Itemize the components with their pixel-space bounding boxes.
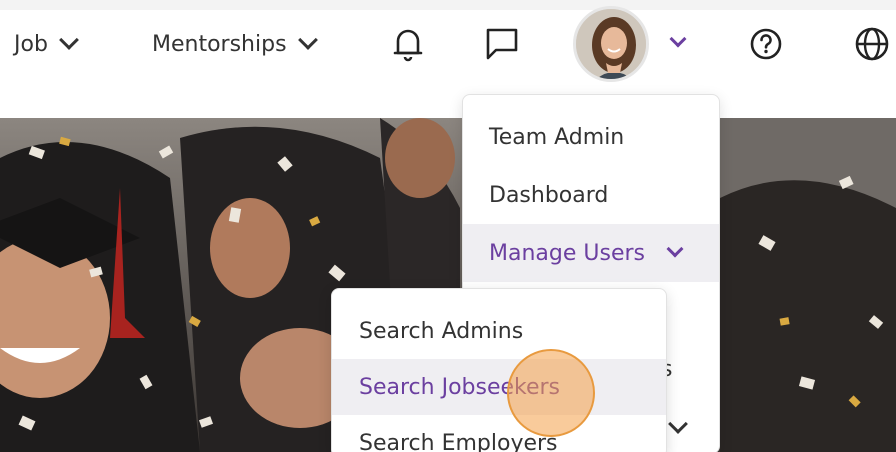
menu-item-label: Dashboard	[489, 182, 609, 208]
submenu-item-search-jobseekers[interactable]: Search Jobseekers	[332, 359, 666, 415]
nav-job-label: Job	[14, 31, 48, 57]
submenu-item-label: Search Admins	[359, 318, 524, 344]
globe-icon[interactable]	[852, 24, 892, 64]
nav-job-dropdown[interactable]: Job	[14, 26, 79, 62]
top-navigation-bar: Job Mentorships	[0, 0, 896, 84]
chevron-down-icon	[668, 414, 688, 434]
menu-item-label: Team Admin	[489, 124, 625, 150]
chevron-down-icon[interactable]	[664, 30, 690, 56]
chevron-down-icon	[666, 240, 684, 258]
menu-item-label: Manage Users	[489, 240, 645, 266]
submenu-item-search-admins[interactable]: Search Admins	[332, 303, 666, 359]
top-shadow-strip	[0, 0, 896, 10]
menu-item-team-admin[interactable]: Team Admin	[463, 108, 719, 166]
chevron-down-icon	[297, 30, 318, 50]
submenu-item-search-employers[interactable]: Search Employers	[332, 415, 666, 452]
user-avatar[interactable]	[573, 6, 649, 82]
submenu-item-label: Search Employers	[359, 430, 558, 452]
bell-icon[interactable]	[388, 24, 428, 64]
help-icon[interactable]	[746, 24, 786, 64]
chevron-down-icon	[59, 30, 79, 50]
manage-users-submenu: Search Admins Search Jobseekers Search E…	[331, 288, 667, 452]
chat-icon[interactable]	[482, 24, 522, 64]
submenu-item-label: Search Jobseekers	[359, 374, 561, 400]
menu-item-dashboard[interactable]: Dashboard	[463, 166, 719, 224]
nav-mentorships-label: Mentorships	[152, 31, 287, 57]
nav-mentorships-dropdown[interactable]: Mentorships	[152, 26, 318, 62]
chevron-down-icon	[669, 30, 687, 48]
menu-item-manage-users[interactable]: Manage Users	[463, 224, 719, 282]
